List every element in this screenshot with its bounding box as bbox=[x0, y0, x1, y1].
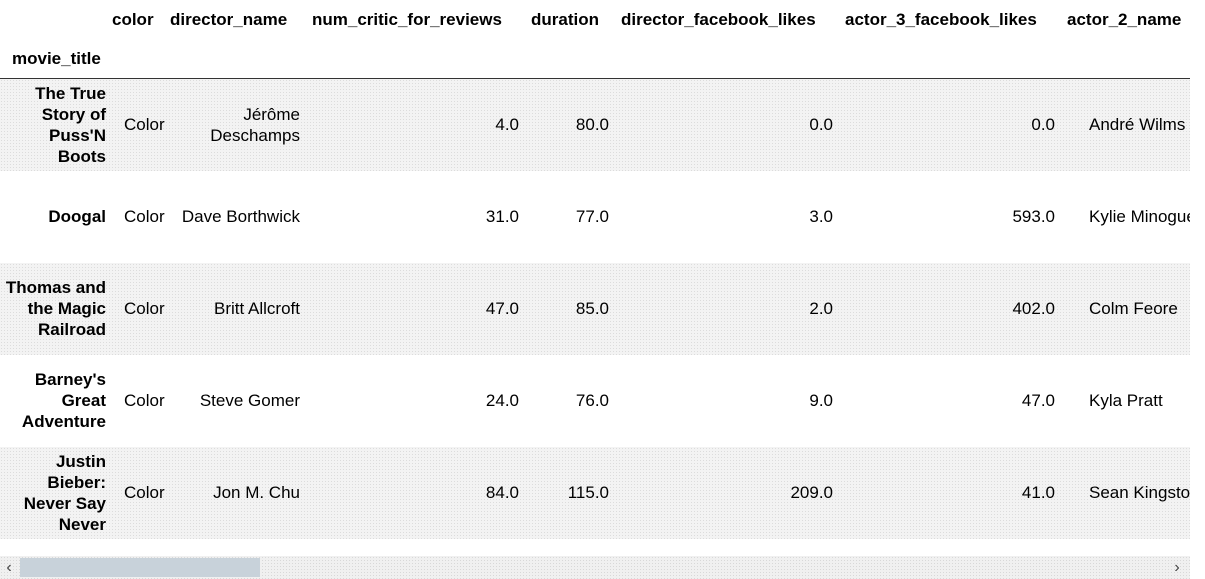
column-header: director_name bbox=[170, 9, 288, 29]
header-corner bbox=[0, 0, 112, 38]
table-cell: Jon M. Chu bbox=[213, 483, 300, 502]
table-cell: Colm Feore bbox=[1089, 299, 1178, 318]
table-cell: 31.0 bbox=[485, 207, 519, 226]
table-cell: 2.0 bbox=[809, 299, 833, 318]
table-cell: Color bbox=[124, 483, 165, 502]
dataframe-output: color director_name num_critic_for_revie… bbox=[0, 0, 1205, 579]
scrollbar-thumb[interactable] bbox=[20, 558, 260, 577]
table-cell: Dave Borthwick bbox=[181, 207, 300, 226]
column-header: actor_3_facebook_likes bbox=[845, 9, 1037, 29]
index-name-row: movie_title bbox=[0, 38, 1190, 79]
horizontal-scrollbar[interactable]: ‹ › bbox=[0, 556, 1190, 579]
table-cell: 3.0 bbox=[809, 207, 833, 226]
scroll-right-arrow-icon[interactable]: › bbox=[1170, 558, 1184, 577]
table-cell: 593.0 bbox=[1012, 207, 1055, 226]
table-cell: 77.0 bbox=[575, 207, 609, 226]
table-cell: 0.0 bbox=[809, 115, 833, 135]
table-row: Doogal Color Dave Borthwick 31.0 77.0 3.… bbox=[0, 171, 1190, 263]
table-cell: 47.0 bbox=[1021, 391, 1055, 410]
table-row: Justin Bieber: Never Say Never Color Jon… bbox=[0, 446, 1190, 539]
table-cell: 0.0 bbox=[1031, 115, 1055, 135]
table-cell: Color bbox=[124, 115, 165, 135]
column-header: color bbox=[112, 9, 154, 29]
table-cell: Color bbox=[124, 391, 165, 410]
table-cell: 4.0 bbox=[495, 115, 519, 135]
table-cell: Color bbox=[124, 207, 165, 226]
table-cell: 402.0 bbox=[1012, 299, 1055, 318]
table-cell: 41.0 bbox=[1021, 483, 1055, 502]
table-cell: 84.0 bbox=[485, 483, 519, 502]
table-viewport: color director_name num_critic_for_revie… bbox=[0, 0, 1190, 556]
table-row: Barney's Great Adventure Color Steve Gom… bbox=[0, 355, 1190, 447]
index-name-header: movie_title bbox=[0, 38, 112, 79]
table-cell: 9.0 bbox=[809, 391, 833, 410]
table-cell: 76.0 bbox=[575, 391, 609, 410]
row-index: The True Story of Puss'N Boots bbox=[35, 83, 106, 166]
scroll-left-arrow-icon[interactable]: ‹ bbox=[2, 558, 16, 577]
table-cell: 24.0 bbox=[485, 391, 519, 410]
table-cell: Kyla Pratt bbox=[1089, 391, 1163, 410]
table-cell: 115.0 bbox=[567, 483, 609, 502]
dataframe-table: color director_name num_critic_for_revie… bbox=[0, 0, 1190, 539]
column-header: duration bbox=[531, 9, 599, 29]
table-cell: Sean Kingston bbox=[1089, 483, 1190, 502]
table-cell: 80.0 bbox=[575, 115, 609, 135]
column-header: director_facebook_likes bbox=[621, 9, 816, 29]
table-row: Thomas and the Magic Railroad Color Brit… bbox=[0, 262, 1190, 355]
column-header-row: color director_name num_critic_for_revie… bbox=[0, 0, 1190, 38]
table-cell: Color bbox=[124, 299, 165, 318]
row-index: Justin Bieber: Never Say Never bbox=[23, 451, 106, 534]
row-index: Barney's Great Adventure bbox=[21, 370, 106, 431]
table-cell: Jérôme Deschamps bbox=[210, 104, 300, 145]
row-index: Doogal bbox=[48, 207, 106, 226]
table-row: The True Story of Puss'N Boots Color Jér… bbox=[0, 78, 1190, 171]
table-cell: Steve Gomer bbox=[199, 391, 300, 410]
table-cell: 85.0 bbox=[575, 299, 609, 318]
table-cell: 209.0 bbox=[790, 483, 833, 502]
table-cell: 47.0 bbox=[485, 299, 519, 318]
table-cell: André Wilms bbox=[1089, 115, 1186, 135]
column-header: actor_2_name bbox=[1067, 9, 1182, 29]
column-header: num_critic_for_reviews bbox=[312, 9, 502, 29]
table-cell: Kylie Minogue bbox=[1089, 207, 1190, 226]
table-cell: Britt Allcroft bbox=[214, 299, 300, 318]
row-index: Thomas and the Magic Railroad bbox=[5, 278, 106, 339]
